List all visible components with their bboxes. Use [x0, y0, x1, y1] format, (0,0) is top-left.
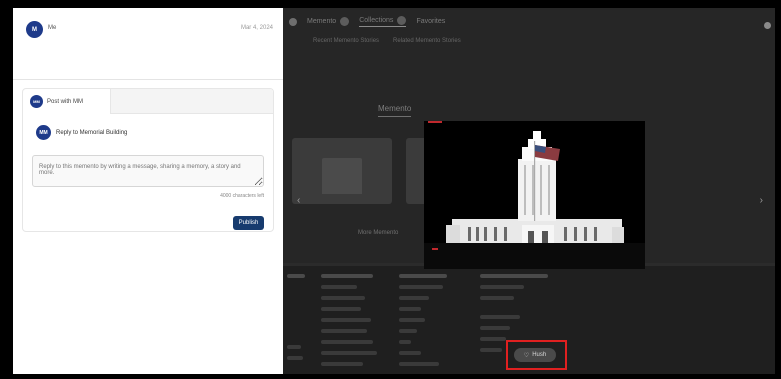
reply-target: MM Reply to Memorial Building	[36, 125, 127, 140]
reply-card: MM Post with MM MM Reply to Memorial Bui…	[22, 88, 274, 232]
footer-column	[287, 274, 305, 360]
avatar: MM	[36, 125, 51, 140]
tab-memento-label: Memento	[307, 18, 337, 25]
subtab-related[interactable]: Related Memento Stories	[393, 38, 461, 44]
heart-icon: ♡	[523, 352, 530, 359]
building-wing-left	[446, 225, 460, 243]
avatar: MM	[30, 95, 43, 108]
section-title: Memento	[378, 104, 412, 117]
hush-button-label: Hush	[532, 352, 547, 358]
subtab-recent[interactable]: Recent Memento Stories	[313, 38, 379, 44]
memento-thumbnail[interactable]	[292, 138, 392, 204]
building-entrance	[522, 225, 554, 243]
panel-header: M Me Mar 4, 2024	[13, 8, 283, 80]
hush-button[interactable]: ♡ Hush	[514, 348, 556, 362]
char-count: 4000 characters left	[220, 193, 264, 199]
tab-favorites-label: Favorites	[416, 18, 446, 25]
tab-favorites[interactable]: Favorites	[416, 18, 445, 25]
background-tabbar: Memento Collections Favorites	[289, 16, 445, 27]
lightbox-marker	[432, 248, 438, 250]
reply-panel: M Me Mar 4, 2024 MM Post with MM MM Repl…	[13, 8, 283, 374]
settings-icon[interactable]	[764, 22, 771, 29]
footer-column	[399, 274, 447, 366]
building-wing-right	[612, 227, 624, 243]
thumbnail-building	[322, 158, 362, 194]
tab-memento[interactable]: Memento	[307, 17, 350, 26]
tab-collections[interactable]: Collections	[359, 16, 407, 27]
publish-button[interactable]: Publish	[233, 216, 264, 230]
footer-column	[321, 274, 377, 366]
next-arrow-icon[interactable]: ›	[760, 195, 763, 206]
user-name: Me	[48, 25, 57, 31]
tab-post-with-label: Post with MM	[47, 98, 84, 105]
background-avatar	[289, 17, 297, 26]
tab-post-with[interactable]: MM Post with MM	[23, 89, 111, 114]
tab-collections-label: Collections	[359, 17, 394, 24]
prev-arrow-icon[interactable]: ‹	[297, 195, 300, 206]
reply-target-label: Reply to Memorial Building	[56, 129, 128, 136]
image-lightbox[interactable]	[424, 121, 645, 269]
memorial-building-photo	[424, 131, 645, 269]
lightbox-marker	[428, 121, 442, 123]
card-tabbar: MM Post with MM	[23, 89, 273, 114]
more-memento-link[interactable]: More Memento	[358, 230, 398, 236]
building-tower	[518, 159, 556, 221]
tab-count-badge	[340, 17, 350, 26]
post-date: Mar 4, 2024	[240, 25, 273, 31]
background-subtabs: Recent Memento Stories Related Memento S…	[313, 38, 461, 44]
message-input[interactable]	[32, 155, 264, 187]
avatar: M	[26, 21, 43, 38]
tab-count-badge	[397, 16, 407, 25]
